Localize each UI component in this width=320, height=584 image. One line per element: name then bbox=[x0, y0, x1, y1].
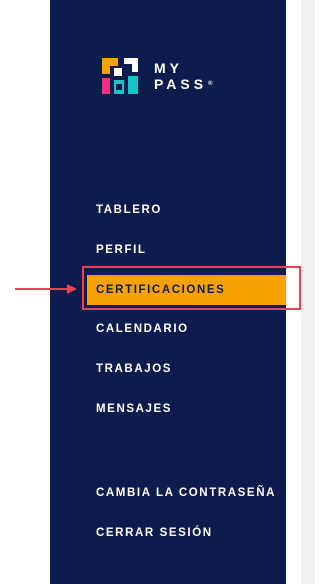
sidebar: MY PASS® TABLERO PERFIL CERTIFICACIONES … bbox=[50, 0, 297, 584]
nav-item-mensajes[interactable]: MENSAJES bbox=[96, 399, 172, 419]
nav-item-trabajos[interactable]: TRABAJOS bbox=[96, 359, 172, 379]
nav-item-certificaciones[interactable]: CERTIFICACIONES bbox=[87, 275, 297, 305]
nav-item-tablero[interactable]: TABLERO bbox=[96, 200, 162, 220]
registered-mark: ® bbox=[208, 81, 213, 87]
nav-item-cambia-contrasena[interactable]: CAMBIA LA CONTRASEÑA bbox=[96, 483, 276, 503]
scrollbar-track[interactable] bbox=[301, 0, 315, 584]
logo-line-2: PASS bbox=[154, 76, 208, 92]
mypass-logo-icon bbox=[102, 58, 138, 94]
nav-item-calendario[interactable]: CALENDARIO bbox=[96, 319, 189, 339]
annotation-arrow-icon bbox=[15, 284, 77, 294]
content-area-edge bbox=[286, 0, 301, 584]
logo[interactable]: MY PASS® bbox=[102, 56, 213, 96]
logo-line-1: MY bbox=[154, 60, 183, 76]
nav-item-cerrar-sesion[interactable]: CERRAR SESIÓN bbox=[96, 523, 213, 543]
nav-item-perfil[interactable]: PERFIL bbox=[96, 240, 147, 260]
logo-wordmark: MY PASS® bbox=[154, 60, 213, 92]
